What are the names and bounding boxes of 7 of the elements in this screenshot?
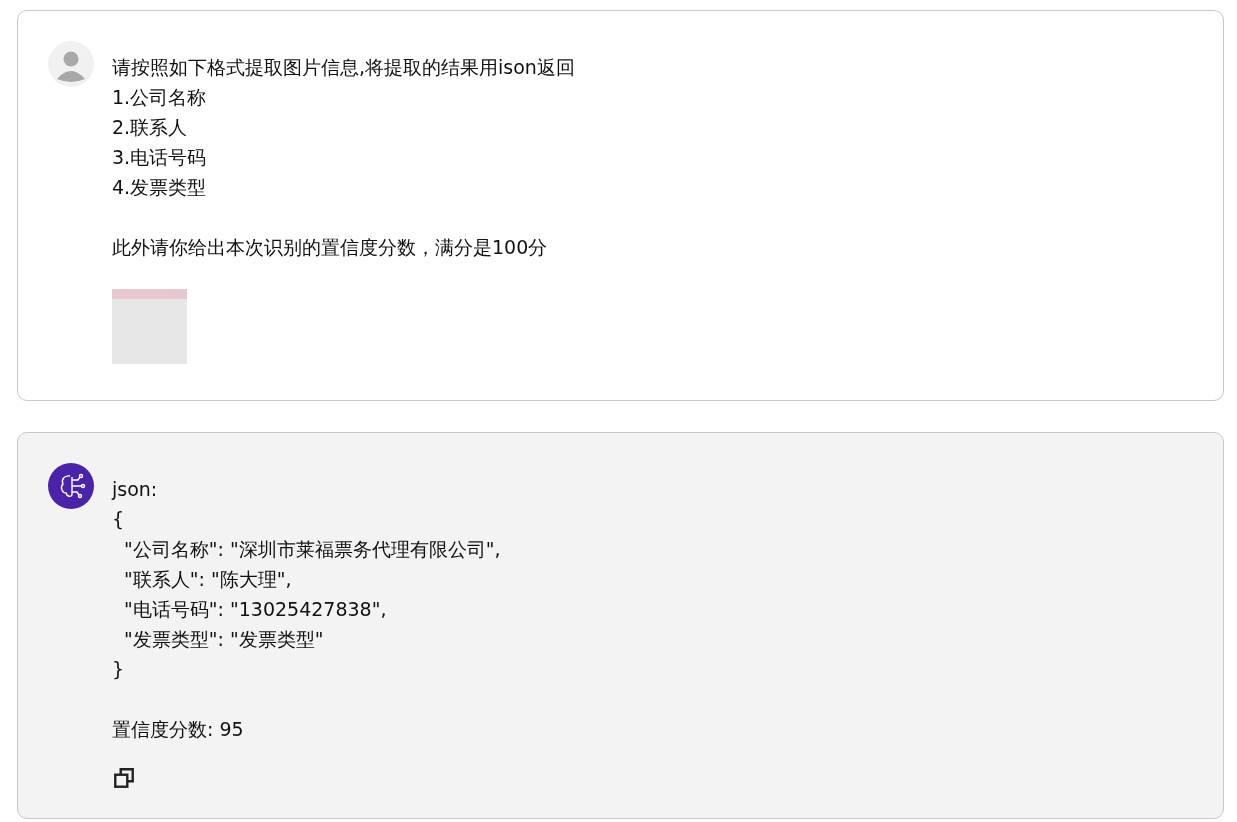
copy-icon[interactable] — [112, 766, 136, 790]
ai-brain-avatar-icon — [48, 463, 94, 509]
message-text: 请按照如下格式提取图片信息,将提取的结果用ison返回 1.公司名称 2.联系人 3.电话号码 4.发票类型 — [112, 55, 575, 200]
message-text: 置信度分数: 95 — [112, 717, 245, 742]
user-avatar-icon — [48, 41, 94, 87]
message-text: 此外请你给出本次识别的置信度分数，满分是100分 — [112, 235, 549, 260]
message-text: json: { "公司名称": "深圳市莱福票务代理有限公司", "联系人": "陈大理", "电话号码": "13025427838", "发票类型": "发票类型" } — [112, 477, 501, 682]
